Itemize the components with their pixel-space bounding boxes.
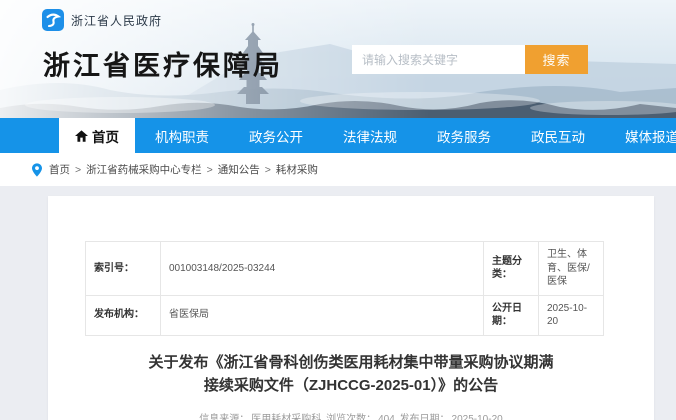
nav-item-services[interactable]: 政务服务 — [423, 118, 505, 153]
breadcrumb-separator: > — [75, 164, 81, 176]
document-meta-table: 索引号： 001003148/2025-03244 主题分类： 卫生、体育、医保… — [85, 241, 604, 336]
breadcrumb: 首页 > 浙江省药械采购中心专栏 > 通知公告 > 耗材采购 — [0, 153, 676, 186]
home-icon — [75, 130, 88, 142]
nav-item-gov-disclosure[interactable]: 政务公开 — [235, 118, 317, 153]
search-button[interactable]: 搜索 — [525, 45, 588, 74]
table-row: 索引号： 001003148/2025-03244 主题分类： 卫生、体育、医保… — [86, 242, 604, 296]
breadcrumb-item-home[interactable]: 首页 — [49, 162, 70, 177]
meta-value-index: 001003148/2025-03244 — [161, 242, 484, 296]
location-pin-icon — [32, 163, 42, 177]
page-background: 索引号： 001003148/2025-03244 主题分类： 卫生、体育、医保… — [0, 186, 676, 420]
info-source-label: 信息来源： — [199, 414, 249, 420]
site-title: 浙江省医疗保障局 — [43, 44, 283, 83]
info-views-label: 浏览次数： — [326, 414, 376, 420]
main-nav: 首页 机构职责 政务公开 法律法规 政务服务 政民互动 媒体报道 — [0, 118, 676, 153]
article-info-line: 信息来源：医用耗材采购科 浏览次数：404 发布日期：2025-10-20 — [48, 410, 654, 420]
nav-item-interaction[interactable]: 政民互动 — [517, 118, 599, 153]
search-input[interactable] — [352, 45, 525, 74]
gov-portal-label: 浙江省人民政府 — [71, 12, 162, 29]
meta-label-agency: 发布机构： — [86, 295, 161, 335]
info-date-label: 发布日期： — [400, 414, 450, 420]
zhejiang-gov-logo-icon — [42, 9, 64, 31]
site-banner: 浙江省人民政府 浙江省医疗保障局 搜索 — [0, 0, 676, 118]
nav-item-home[interactable]: 首页 — [59, 118, 135, 153]
article-title: 关于发布《浙江省骨科创伤类医用耗材集中带量采购协议期满 接续采购文件（ZJHCC… — [48, 351, 654, 398]
info-views-value: 404 — [378, 414, 395, 420]
info-date-value: 2025-10-20 — [452, 414, 503, 420]
article-card: 索引号： 001003148/2025-03244 主题分类： 卫生、体育、医保… — [48, 196, 654, 420]
breadcrumb-item-procurement-center[interactable]: 浙江省药械采购中心专栏 — [86, 162, 202, 177]
nav-item-laws[interactable]: 法律法规 — [329, 118, 411, 153]
breadcrumb-separator: > — [207, 164, 213, 176]
meta-label-topic: 主题分类： — [484, 242, 539, 296]
meta-label-index: 索引号： — [86, 242, 161, 296]
breadcrumb-item-consumables[interactable]: 耗材采购 — [276, 162, 318, 177]
meta-label-open-date: 公开日期： — [484, 295, 539, 335]
meta-value-open-date: 2025-10-20 — [539, 295, 604, 335]
table-row: 发布机构： 省医保局 公开日期： 2025-10-20 — [86, 295, 604, 335]
article-title-line2: 接续采购文件（ZJHCCG-2025-01）》的公告 — [88, 374, 614, 397]
meta-value-topic: 卫生、体育、医保/医保 — [539, 242, 604, 296]
meta-value-agency: 省医保局 — [161, 295, 484, 335]
nav-item-duties[interactable]: 机构职责 — [141, 118, 223, 153]
breadcrumb-separator: > — [265, 164, 271, 176]
gov-portal-link[interactable]: 浙江省人民政府 — [42, 9, 162, 31]
nav-item-media[interactable]: 媒体报道 — [611, 118, 676, 153]
breadcrumb-item-notices[interactable]: 通知公告 — [218, 162, 260, 177]
info-source-value: 医用耗材采购科 — [251, 414, 321, 420]
article-title-line1: 关于发布《浙江省骨科创伤类医用耗材集中带量采购协议期满 — [88, 351, 614, 374]
search-bar: 搜索 — [352, 45, 588, 74]
nav-item-label: 首页 — [92, 126, 119, 146]
